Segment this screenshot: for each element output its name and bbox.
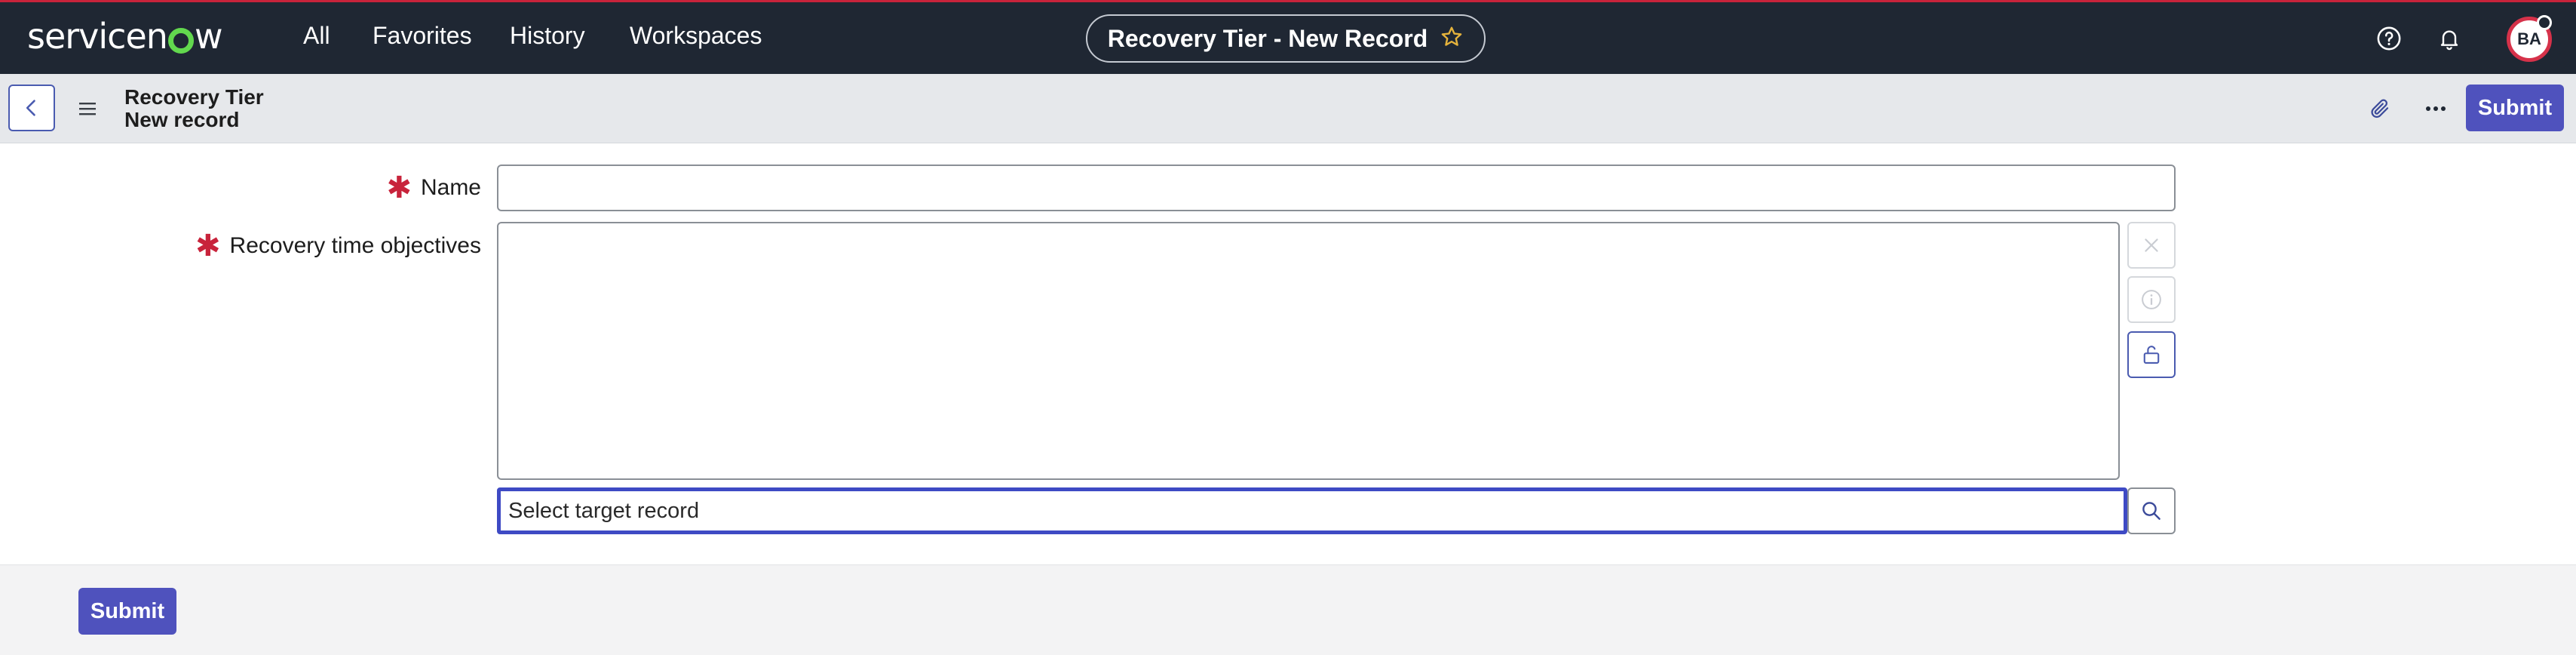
remove-selection-button[interactable] (2127, 222, 2176, 269)
chevron-left-icon (26, 100, 35, 116)
unlock-button[interactable] (2127, 331, 2176, 378)
nav-all[interactable]: All (303, 22, 330, 50)
rto-label-text: Recovery time objectives (229, 233, 481, 258)
select-target-record-input[interactable] (497, 487, 2127, 534)
rto-field-label: ✱ Recovery time objectives (195, 229, 481, 263)
back-button[interactable] (8, 85, 55, 131)
more-options-icon[interactable] (2419, 92, 2452, 125)
attachment-paperclip-icon[interactable] (2363, 92, 2397, 125)
form-footer: Submit (0, 564, 2576, 655)
logo-text-start: servicen (27, 16, 168, 57)
unlock-icon (2143, 346, 2160, 364)
form-header-bar: Recovery Tier New record Submit (0, 74, 2576, 143)
info-button[interactable] (2127, 276, 2176, 323)
favorite-star-icon[interactable] (1440, 25, 1464, 53)
top-navigation-bar: servicen w All Favorites History Workspac… (0, 0, 2576, 74)
presence-indicator (2537, 15, 2552, 30)
submit-button-footer[interactable]: Submit (78, 588, 176, 635)
page-title: Recovery Tier - New Record (1107, 24, 1428, 52)
table-name: Recovery Tier (124, 85, 264, 109)
record-title-block: Recovery Tier New record (124, 86, 264, 131)
record-state: New record (124, 108, 240, 131)
name-field-label: ✱ Name (386, 171, 481, 205)
rto-list-collector[interactable] (497, 222, 2120, 480)
name-input[interactable] (497, 165, 2176, 211)
nav-workspaces[interactable]: Workspaces (630, 22, 762, 50)
close-icon (2145, 238, 2158, 252)
required-asterisk-icon: ✱ (195, 229, 221, 263)
name-label-text: Name (420, 175, 481, 200)
required-asterisk-icon: ✱ (386, 171, 412, 205)
notifications-bell-icon[interactable] (2431, 20, 2467, 57)
search-icon (2142, 502, 2160, 520)
submit-button-header[interactable]: Submit (2466, 85, 2564, 131)
servicenow-logo[interactable]: servicen w (27, 13, 223, 60)
nav-favorites[interactable]: Favorites (373, 22, 472, 50)
help-icon[interactable] (2371, 20, 2407, 57)
context-menu-icon[interactable] (72, 94, 103, 124)
logo-o-icon (167, 28, 194, 54)
nav-history[interactable]: History (510, 22, 585, 50)
info-icon (2142, 290, 2161, 309)
page-title-pill[interactable]: Recovery Tier - New Record (1086, 14, 1486, 63)
logo-text-end: w (194, 16, 223, 57)
lookup-search-button[interactable] (2127, 487, 2176, 534)
